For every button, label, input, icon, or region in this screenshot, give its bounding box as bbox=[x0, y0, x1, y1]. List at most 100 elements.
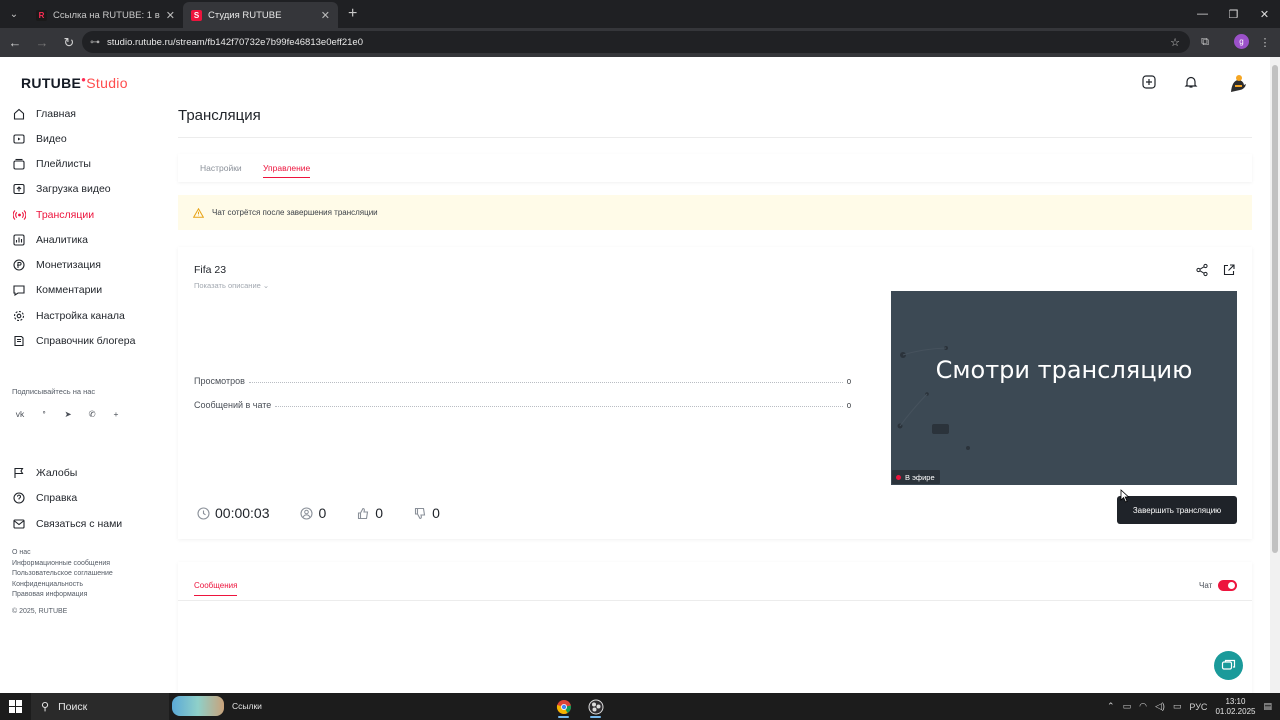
notifications-icon[interactable]: ▤ bbox=[1263, 701, 1272, 712]
browser-tab-1[interactable]: R Ссылка на RUTUBE: 1 видео – ✕ bbox=[28, 2, 183, 28]
sidebar-item-broadcasts[interactable]: Трансляции bbox=[12, 205, 94, 225]
page-viewport: RUTUBE●Studio Главная Видео Плейлисты За… bbox=[0, 57, 1280, 693]
battery-icon[interactable]: ▭ bbox=[1173, 701, 1182, 712]
viber-icon[interactable]: ✆ bbox=[84, 406, 100, 422]
metric-viewers: 0 bbox=[300, 505, 327, 521]
taskbar-search-label: Поиск bbox=[58, 700, 88, 713]
close-tab-icon[interactable]: ✕ bbox=[166, 9, 175, 22]
close-tab-icon[interactable]: ✕ bbox=[321, 9, 330, 22]
subscribe-label: Подписывайтесь на нас bbox=[12, 387, 96, 396]
footer-link-about[interactable]: О нас bbox=[12, 548, 113, 559]
sidebar-item-monetization[interactable]: Монетизация bbox=[12, 255, 101, 275]
tab-search-icon[interactable]: ⌄ bbox=[0, 0, 28, 28]
metric-likes: 0 bbox=[356, 505, 383, 521]
analytics-icon bbox=[12, 233, 26, 247]
broadcast-icon bbox=[12, 208, 26, 222]
telegram-icon[interactable]: ➤ bbox=[60, 406, 76, 422]
chrome-taskbar-icon[interactable] bbox=[552, 695, 575, 718]
bookmark-star-icon[interactable]: ☆ bbox=[1170, 36, 1180, 49]
vk-icon[interactable]: vk bbox=[12, 406, 28, 422]
home-icon bbox=[12, 107, 26, 121]
address-bar[interactable]: ⊶ studio.rutube.ru/stream/fb142f70732e7b… bbox=[82, 31, 1190, 53]
footer-link-privacy[interactable]: Конфиденциальность bbox=[12, 580, 113, 591]
tab-messages[interactable]: Сообщения bbox=[194, 581, 238, 596]
stat-value: 0 bbox=[846, 401, 851, 410]
reload-icon[interactable]: ↻ bbox=[57, 31, 81, 55]
back-icon[interactable]: ← bbox=[3, 31, 27, 55]
sidebar-item-video[interactable]: Видео bbox=[12, 129, 67, 149]
video-icon bbox=[12, 132, 26, 146]
taskbar-search[interactable]: ⚲ Поиск bbox=[31, 693, 169, 720]
ok-icon[interactable]: ᐤ bbox=[36, 406, 52, 422]
scrollbar-thumb[interactable] bbox=[1272, 65, 1278, 553]
tab-settings[interactable]: Настройки bbox=[200, 163, 242, 173]
extensions-icon[interactable]: ⧉ bbox=[1196, 33, 1214, 51]
support-chat-button[interactable] bbox=[1214, 651, 1243, 680]
preview-text: Смотри трансляцию bbox=[935, 356, 1193, 384]
sidebar-item-contact[interactable]: Связаться с нами bbox=[12, 514, 122, 534]
profile-avatar[interactable]: g bbox=[1234, 34, 1249, 49]
stat-value: 0 bbox=[846, 377, 851, 386]
sidebar-item-label: Настройка канала bbox=[36, 310, 125, 322]
close-window-icon[interactable]: ✕ bbox=[1249, 0, 1280, 28]
rutube-studio-logo[interactable]: RUTUBE●Studio bbox=[21, 75, 128, 91]
network-icon[interactable]: ▭ bbox=[1123, 701, 1132, 712]
footer-links: О нас Информационные сообщения Пользоват… bbox=[12, 548, 113, 601]
plus-icon[interactable]: + bbox=[108, 406, 124, 422]
footer-link-info[interactable]: Информационные сообщения bbox=[12, 559, 113, 570]
open-external-icon[interactable] bbox=[1222, 263, 1236, 277]
obs-taskbar-icon[interactable] bbox=[584, 695, 607, 718]
stream-preview[interactable]: Смотри трансляцию В эфире bbox=[891, 291, 1237, 485]
guide-icon bbox=[12, 334, 26, 348]
sidebar-item-label: Жалобы bbox=[36, 467, 78, 479]
browser-menu-icon[interactable]: ⋮ bbox=[1256, 33, 1274, 51]
sidebar-item-blogger-guide[interactable]: Справочник блогера bbox=[12, 331, 135, 351]
leader-dots bbox=[275, 406, 843, 407]
new-tab-icon[interactable]: + bbox=[348, 5, 357, 23]
windows-taskbar: ⚲ Поиск Ссылки ⌃ ▭ ◠ ◁) ▭ РУС 13:10 01.0… bbox=[0, 693, 1280, 720]
footer-link-legal[interactable]: Правовая информация bbox=[12, 590, 113, 601]
sidebar-item-comments[interactable]: Комментарии bbox=[12, 280, 102, 300]
logo-studio-text: Studio bbox=[86, 75, 128, 91]
news-widget[interactable]: Ссылки bbox=[172, 696, 262, 716]
copyright: © 2025, RUTUBE bbox=[12, 608, 68, 615]
share-icon[interactable] bbox=[1195, 263, 1209, 277]
sidebar-item-analytics[interactable]: Аналитика bbox=[12, 230, 88, 250]
show-description-toggle[interactable]: Показать описание ⌄ bbox=[194, 281, 269, 290]
sidebar-item-playlists[interactable]: Плейлисты bbox=[12, 154, 91, 174]
sidebar-item-home[interactable]: Главная bbox=[12, 104, 76, 124]
clock[interactable]: 13:10 01.02.2025 bbox=[1215, 697, 1255, 717]
likes-value: 0 bbox=[375, 505, 384, 521]
bell-icon[interactable] bbox=[1182, 73, 1200, 91]
volume-icon[interactable]: ◁) bbox=[1155, 701, 1165, 712]
browser-tab-2[interactable]: S Студия RUTUBE ✕ bbox=[183, 2, 338, 28]
sidebar-item-help[interactable]: Справка bbox=[12, 488, 77, 508]
sidebar-item-upload[interactable]: Загрузка видео bbox=[12, 179, 111, 199]
warning-icon bbox=[192, 207, 204, 219]
viewers-value: 0 bbox=[318, 505, 327, 521]
stream-name: Fifa 23 bbox=[194, 264, 227, 276]
wifi-icon[interactable]: ◠ bbox=[1139, 701, 1147, 712]
chat-toggle[interactable] bbox=[1218, 580, 1237, 591]
chat-warning-banner: Чат сотрётся после завершения трансляции bbox=[178, 195, 1252, 230]
avatar-icon[interactable] bbox=[1226, 72, 1248, 94]
sidebar-item-complaints[interactable]: Жалобы bbox=[12, 463, 77, 483]
site-info-icon[interactable]: ⊶ bbox=[90, 37, 100, 48]
sidebar-item-channel-settings[interactable]: Настройка канала bbox=[12, 306, 125, 326]
start-button-icon[interactable] bbox=[0, 693, 31, 720]
minimize-icon[interactable]: — bbox=[1187, 0, 1218, 28]
tab-management[interactable]: Управление bbox=[263, 163, 311, 178]
chevron-up-icon[interactable]: ⌃ bbox=[1107, 701, 1115, 712]
comments-icon bbox=[12, 283, 26, 297]
language-indicator[interactable]: РУС bbox=[1189, 702, 1207, 712]
end-stream-button[interactable]: Завершить трансляцию bbox=[1117, 496, 1237, 524]
metric-duration: 00:00:03 bbox=[196, 505, 270, 521]
footer-link-terms[interactable]: Пользовательское соглашение bbox=[12, 569, 113, 580]
page-scrollbar[interactable] bbox=[1270, 57, 1280, 693]
restore-icon[interactable]: ❐ bbox=[1218, 0, 1249, 28]
system-tray: ⌃ ▭ ◠ ◁) ▭ РУС 13:10 01.02.2025 ▤ bbox=[1107, 693, 1280, 720]
dislikes-value: 0 bbox=[432, 505, 440, 521]
browser-tabstrip: ⌄ R Ссылка на RUTUBE: 1 видео – ✕ S Студ… bbox=[0, 0, 1280, 28]
forward-icon[interactable]: → bbox=[30, 31, 54, 55]
add-video-icon[interactable] bbox=[1140, 73, 1158, 91]
